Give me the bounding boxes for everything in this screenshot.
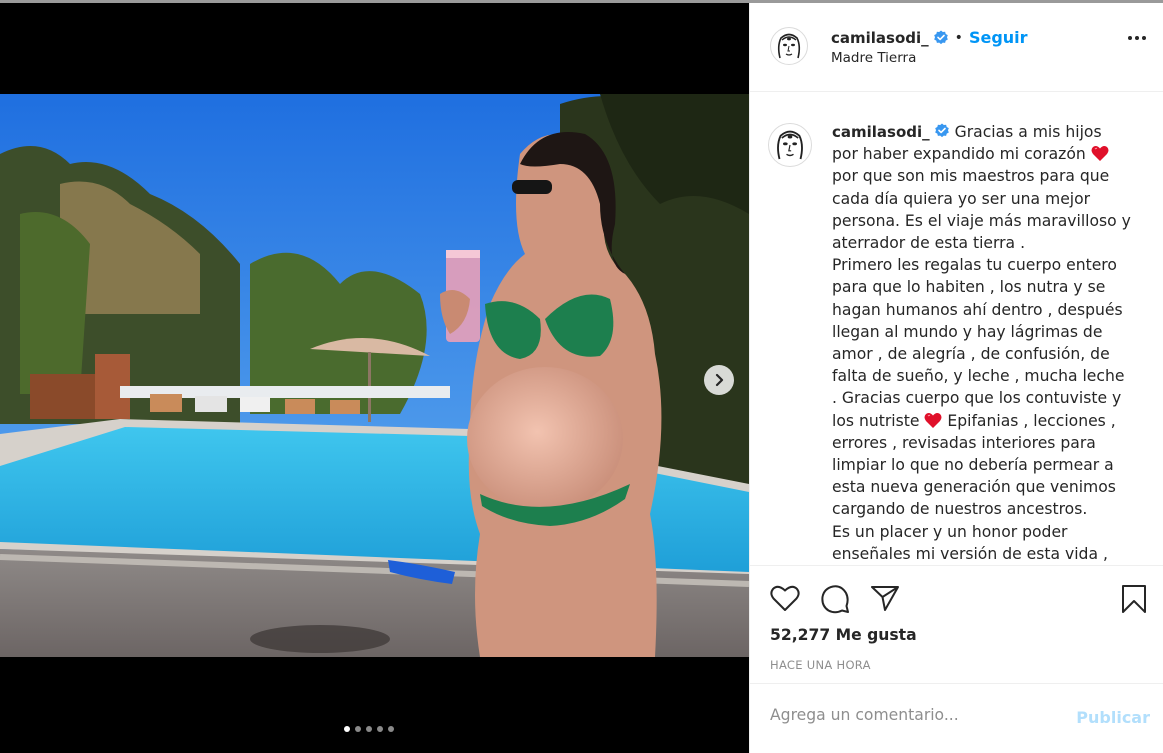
chevron-right-icon — [715, 373, 724, 387]
carousel-dot — [377, 726, 383, 732]
photo-illustration — [0, 94, 749, 657]
caption-text-2: por que son mis maestros para que cada d… — [832, 167, 1131, 253]
post-location[interactable]: Madre Tierra — [831, 50, 916, 66]
carousel-dot-active — [344, 726, 350, 732]
avatar-face-drawing-icon — [777, 130, 803, 160]
post-caption: camilasodi_ Gracias a mis hijos por habe… — [832, 121, 1132, 565]
carousel-dot — [366, 726, 372, 732]
verified-badge-icon — [934, 123, 949, 138]
more-options-icon[interactable] — [1128, 36, 1146, 40]
header-username[interactable]: camilasodi_ — [831, 29, 929, 47]
carousel-dot — [388, 726, 394, 732]
save-button[interactable] — [1120, 584, 1148, 618]
carousel-indicator — [344, 726, 394, 732]
carousel-dot — [355, 726, 361, 732]
paper-plane-icon — [871, 586, 899, 611]
comment-input[interactable] — [770, 706, 1060, 724]
post-header: camilasodi_ • Seguir Madre Tierra — [750, 3, 1163, 92]
red-heart-emoji — [924, 412, 942, 428]
comment-button[interactable] — [820, 584, 850, 618]
caption-username[interactable]: camilasodi_ — [832, 123, 930, 141]
caption-avatar[interactable] — [768, 123, 812, 167]
post-side-panel: camilasodi_ • Seguir Madre Tierra camila… — [749, 3, 1163, 753]
next-slide-button[interactable] — [704, 365, 734, 395]
avatar[interactable] — [770, 27, 808, 65]
publish-button[interactable]: Publicar — [1076, 708, 1150, 727]
verified-badge-icon — [933, 30, 948, 44]
caption-text-5: Es un placer y un honor poder enseñales … — [832, 522, 1108, 563]
red-heart-emoji — [1091, 146, 1109, 162]
add-comment-bar: Publicar — [750, 683, 1163, 753]
share-button[interactable] — [870, 584, 900, 616]
caption-text-3: Primero les regalas tu cuerpo entero par… — [832, 256, 1125, 430]
header-user-row: camilasodi_ • Seguir — [831, 28, 1028, 47]
post-media — [0, 3, 749, 753]
post-photo[interactable] — [0, 94, 749, 657]
comment-bubble-icon — [821, 585, 849, 614]
post-actions: 52,277 Me gusta HACE UNA HORA — [750, 565, 1163, 683]
like-button[interactable] — [770, 584, 800, 616]
bookmark-icon — [1122, 585, 1146, 613]
heart-outline-icon — [770, 585, 800, 611]
avatar-face-drawing-icon — [777, 33, 801, 59]
comments-section: camilasodi_ Gracias a mis hijos por habe… — [750, 92, 1163, 565]
follow-button[interactable]: Seguir — [969, 28, 1028, 47]
post-timestamp[interactable]: HACE UNA HORA — [770, 658, 871, 672]
likes-count[interactable]: 52,277 Me gusta — [770, 626, 917, 644]
follow-separator: • — [954, 29, 963, 46]
